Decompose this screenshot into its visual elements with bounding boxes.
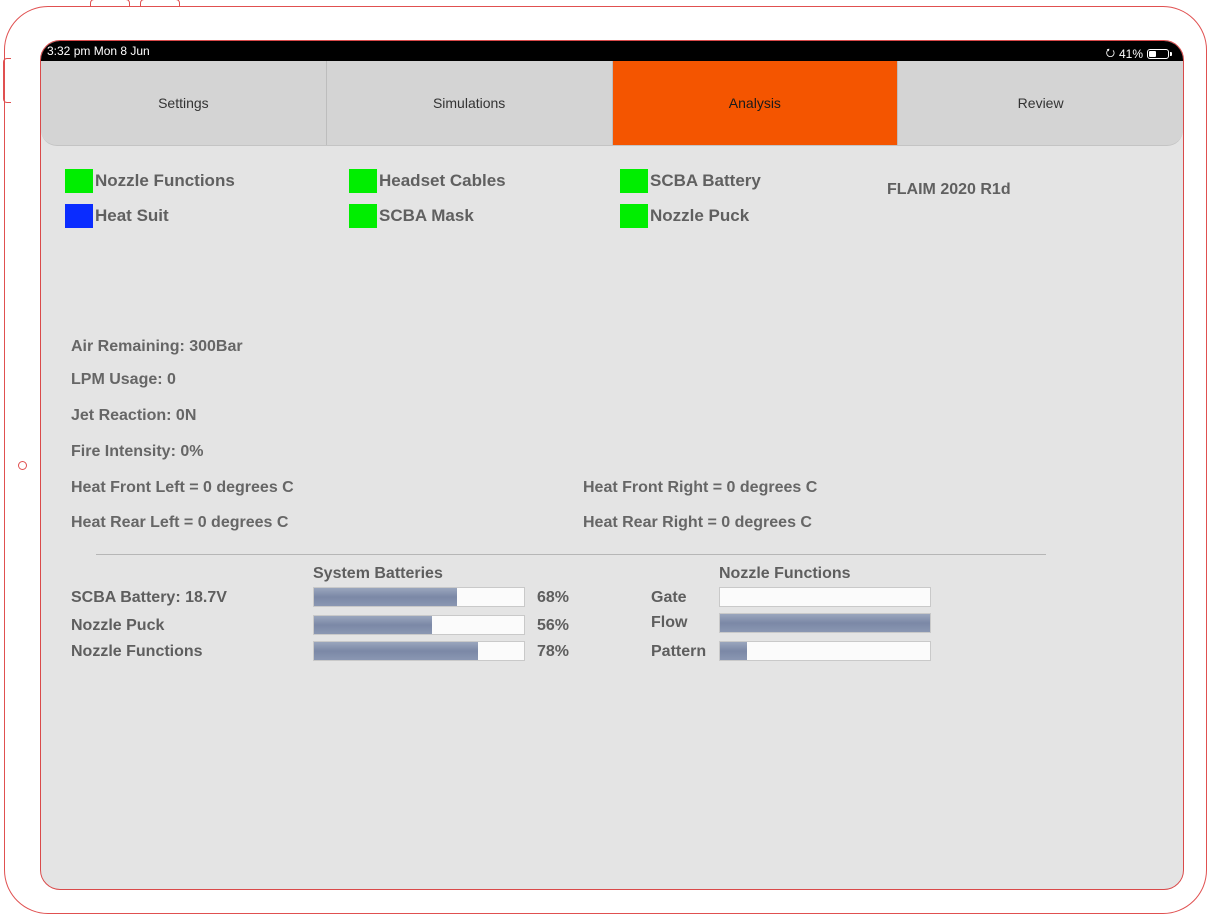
status-square-icon bbox=[349, 204, 377, 228]
app-screen: 3:32 pm Mon 8 Jun ⭮ 41% Settings Simulat… bbox=[40, 40, 1184, 890]
battery-percent-scba: 68% bbox=[537, 589, 570, 606]
battery-bar-nozzle-functions bbox=[313, 641, 525, 661]
battery-bar-fill bbox=[314, 642, 478, 660]
heat-front-left-readout: Heat Front Left = 0 degrees C bbox=[71, 479, 294, 496]
nozzle-bar-fill bbox=[720, 642, 748, 660]
indicator-label: Nozzle Functions bbox=[95, 171, 235, 190]
tab-review[interactable]: Review bbox=[898, 61, 1183, 145]
tab-bar: Settings Simulations Analysis Review bbox=[41, 61, 1183, 146]
heat-front-right-readout: Heat Front Right = 0 degrees C bbox=[583, 479, 818, 496]
battery-percent-nozzle-functions: 78% bbox=[537, 643, 570, 660]
battery-bar-nozzle-puck bbox=[313, 615, 525, 635]
volume-up-button bbox=[90, 0, 130, 7]
battery-label-nozzle-puck: Nozzle Puck bbox=[71, 617, 165, 634]
status-square-icon bbox=[65, 204, 93, 228]
battery-percent-nozzle-puck: 56% bbox=[537, 617, 570, 634]
nozzle-bar-pattern bbox=[719, 641, 931, 661]
battery-percent: 41% bbox=[1118, 46, 1143, 61]
section-divider bbox=[96, 554, 1046, 555]
indicator-scba-mask: SCBA Mask bbox=[349, 204, 474, 228]
indicator-label: Headset Cables bbox=[379, 171, 506, 190]
status-square-icon bbox=[620, 204, 648, 228]
nozzle-bar-fill bbox=[720, 614, 930, 632]
status-indicators: Nozzle Functions Heat Suit Headset Cable… bbox=[65, 169, 1065, 233]
nozzle-label-flow: Flow bbox=[651, 614, 688, 631]
nozzle-bar-gate bbox=[719, 587, 931, 607]
tab-simulations[interactable]: Simulations bbox=[327, 61, 613, 145]
indicator-heat-suit: Heat Suit bbox=[65, 204, 169, 228]
air-remaining-readout: Air Remaining: 300Bar bbox=[71, 338, 243, 355]
battery-tip bbox=[1170, 51, 1172, 56]
jet-reaction-readout: Jet Reaction: 0N bbox=[71, 407, 197, 424]
status-square-icon bbox=[349, 169, 377, 193]
battery-fill bbox=[1149, 50, 1156, 57]
nozzle-functions-title: Nozzle Functions bbox=[719, 565, 851, 582]
status-square-icon bbox=[65, 169, 93, 193]
status-square-icon bbox=[620, 169, 648, 193]
version-label: FLAIM 2020 R1d bbox=[887, 181, 1011, 198]
fire-intensity-readout: Fire Intensity: 0% bbox=[71, 443, 204, 460]
battery-bar-fill bbox=[314, 588, 457, 606]
indicator-label: Heat Suit bbox=[95, 206, 169, 225]
camera-icon bbox=[18, 461, 27, 470]
indicator-headset-cables: Headset Cables bbox=[349, 169, 506, 193]
heat-rear-left-readout: Heat Rear Left = 0 degrees C bbox=[71, 514, 289, 531]
indicator-label: SCBA Mask bbox=[379, 206, 474, 225]
nozzle-label-gate: Gate bbox=[651, 589, 687, 606]
battery-bar-scba bbox=[313, 587, 525, 607]
power-button bbox=[3, 58, 11, 103]
lpm-usage-readout: LPM Usage: 0 bbox=[71, 371, 176, 388]
nozzle-label-pattern: Pattern bbox=[651, 643, 707, 660]
indicator-nozzle-functions: Nozzle Functions bbox=[65, 169, 235, 193]
status-time: 3:32 pm Mon 8 Jun bbox=[47, 44, 150, 58]
status-bar: 3:32 pm Mon 8 Jun ⭮ 41% bbox=[41, 41, 1183, 61]
tab-settings[interactable]: Settings bbox=[41, 61, 327, 145]
battery-label-scba: SCBA Battery: 18.7V bbox=[71, 589, 227, 606]
indicator-nozzle-puck: Nozzle Puck bbox=[620, 204, 749, 228]
indicator-scba-battery: SCBA Battery bbox=[620, 169, 761, 193]
indicator-label: SCBA Battery bbox=[650, 171, 761, 190]
tab-analysis[interactable]: Analysis bbox=[612, 61, 899, 145]
volume-down-button bbox=[140, 0, 180, 7]
battery-icon bbox=[1147, 48, 1172, 59]
battery-label-nozzle-functions: Nozzle Functions bbox=[71, 643, 203, 660]
indicator-label: Nozzle Puck bbox=[650, 206, 750, 225]
nozzle-bar-flow bbox=[719, 613, 931, 633]
battery-bar-fill bbox=[314, 616, 432, 634]
heat-rear-right-readout: Heat Rear Right = 0 degrees C bbox=[583, 514, 812, 531]
system-batteries-title: System Batteries bbox=[313, 565, 443, 582]
